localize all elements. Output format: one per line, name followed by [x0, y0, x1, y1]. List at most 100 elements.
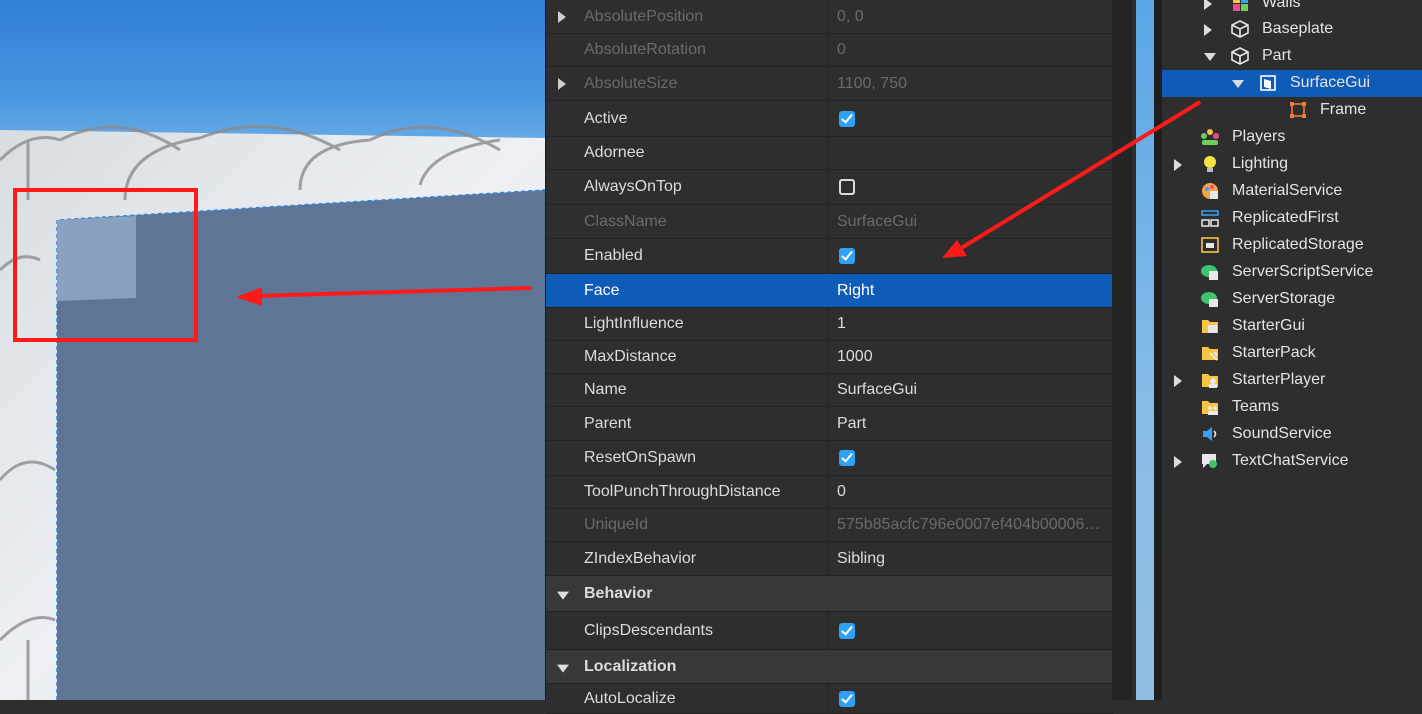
property-value: 1100, 750: [828, 67, 1113, 100]
property-value[interactable]: [828, 684, 1113, 713]
collapse-arrow-icon[interactable]: [557, 591, 569, 600]
checkbox[interactable]: [839, 110, 855, 127]
property-label: AlwaysOnTop: [584, 178, 682, 195]
property-value[interactable]: Sibling: [828, 542, 1113, 575]
explorer-item-walls[interactable]: Walls: [1162, 0, 1422, 17]
explorer-item-surfacegui[interactable]: SurfaceGui: [1162, 70, 1422, 97]
explorer-item-serverscriptservice[interactable]: ServerScriptService: [1162, 259, 1422, 286]
property-name: Enabled: [546, 239, 828, 273]
property-row-autolocalize[interactable]: AutoLocalize: [546, 684, 1113, 714]
property-label: Parent: [584, 414, 632, 432]
expand-arrow-icon[interactable]: [558, 10, 566, 23]
explorer-item-label: StarterPack: [1232, 344, 1316, 361]
property-row-name[interactable]: Name SurfaceGui: [546, 374, 1113, 407]
property-row-lightinfluence[interactable]: LightInfluence 1: [546, 308, 1113, 341]
explorer-item-label: StarterPlayer: [1232, 371, 1326, 388]
viewport-3d[interactable]: [0, 0, 545, 700]
properties-scrollbar[interactable]: [1112, 0, 1132, 700]
expand-arrow-icon[interactable]: [1174, 159, 1182, 171]
property-value[interactable]: [828, 612, 1113, 649]
panel-divider[interactable]: [1154, 0, 1162, 700]
property-name: UniqueId: [546, 509, 828, 541]
property-row-resetonspawn[interactable]: ResetOnSpawn: [546, 441, 1113, 476]
property-row-clipsdescendants[interactable]: ClipsDescendants: [546, 612, 1113, 650]
checkbox[interactable]: [839, 248, 855, 264]
expand-arrow-icon[interactable]: [558, 77, 566, 90]
property-label: Enabled: [584, 247, 643, 264]
surfacegui-icon: [1258, 73, 1278, 93]
explorer-item-frame[interactable]: Frame: [1162, 97, 1422, 124]
property-value[interactable]: [828, 101, 1113, 136]
checkbox[interactable]: [839, 690, 855, 707]
property-label: AbsoluteSize: [584, 74, 678, 92]
collapse-arrow-icon[interactable]: [1232, 80, 1244, 88]
model-icon: [1230, 0, 1250, 13]
property-value[interactable]: 0: [828, 476, 1113, 508]
frame-icon: [1288, 100, 1308, 120]
property-value[interactable]: [828, 170, 1113, 204]
property-value: 0: [828, 34, 1113, 66]
property-label: Behavior: [584, 584, 653, 602]
materialservice-icon: [1200, 181, 1220, 201]
property-row-active[interactable]: Active: [546, 101, 1113, 137]
property-value-text: SurfaceGui: [837, 212, 918, 230]
property-row-face[interactable]: Face Right: [546, 274, 1113, 308]
property-row-absolutesize[interactable]: AbsoluteSize 1100, 750: [546, 67, 1113, 101]
teams-icon: [1200, 397, 1220, 417]
explorer-item-teams[interactable]: Teams: [1162, 394, 1422, 421]
property-name: ToolPunchThroughDistance: [546, 476, 828, 508]
property-label: Active: [584, 109, 628, 127]
property-value[interactable]: [828, 441, 1113, 475]
property-value[interactable]: [828, 239, 1113, 273]
property-row-absoluterotation[interactable]: AbsoluteRotation 0: [546, 34, 1113, 67]
explorer-item-replicatedfirst[interactable]: ReplicatedFirst: [1162, 205, 1422, 232]
explorer-item-lighting[interactable]: Lighting: [1162, 151, 1422, 178]
checkbox[interactable]: [839, 450, 855, 466]
explorer-item-serverstorage[interactable]: ServerStorage: [1162, 286, 1422, 313]
surfacegui-panel[interactable]: [0, 0, 545, 700]
property-row-parent[interactable]: Parent Part: [546, 407, 1113, 441]
explorer-item-label: Lighting: [1232, 155, 1289, 172]
explorer-item-soundservice[interactable]: SoundService: [1162, 421, 1422, 448]
property-row-enabled[interactable]: Enabled: [546, 239, 1113, 274]
explorer-item-baseplate[interactable]: Baseplate: [1162, 16, 1422, 43]
property-value[interactable]: Right: [828, 274, 1113, 307]
property-value-text: SurfaceGui: [837, 381, 918, 398]
property-row-maxdistance[interactable]: MaxDistance 1000: [546, 341, 1113, 374]
property-value[interactable]: SurfaceGui: [828, 374, 1113, 406]
expand-arrow-icon[interactable]: [1174, 375, 1182, 387]
explorer-item-textchatservice[interactable]: TextChatService: [1162, 448, 1422, 475]
property-row-alwaysontop[interactable]: AlwaysOnTop: [546, 170, 1113, 205]
checkbox[interactable]: [839, 622, 855, 639]
property-value[interactable]: Part: [828, 407, 1113, 440]
property-row-behavior[interactable]: Behavior: [546, 576, 1113, 612]
property-row-uniqueid[interactable]: UniqueId 575b85acfc796e0007ef404b00006…: [546, 509, 1113, 542]
explorer-item-materialservice[interactable]: MaterialService: [1162, 178, 1422, 205]
expand-arrow-icon[interactable]: [1174, 456, 1182, 468]
explorer-item-part[interactable]: Part: [1162, 43, 1422, 70]
property-value-text: 0: [837, 483, 846, 500]
property-row-toolpunchthroughdistance[interactable]: ToolPunchThroughDistance 0: [546, 476, 1113, 509]
explorer-item-label: StarterGui: [1232, 317, 1305, 334]
property-row-absoluteposition[interactable]: AbsolutePosition 0, 0: [546, 0, 1113, 34]
explorer-item-players[interactable]: Players: [1162, 124, 1422, 151]
checkbox[interactable]: [839, 179, 855, 195]
expand-arrow-icon[interactable]: [1204, 24, 1212, 36]
explorer-item-starterplayer[interactable]: StarterPlayer: [1162, 367, 1422, 394]
property-row-localization[interactable]: Localization: [546, 650, 1113, 684]
explorer-item-replicatedstorage[interactable]: ReplicatedStorage: [1162, 232, 1422, 259]
replicatedfirst-icon: [1200, 208, 1220, 228]
property-row-zindexbehavior[interactable]: ZIndexBehavior Sibling: [546, 542, 1113, 576]
property-value[interactable]: 1: [828, 308, 1113, 340]
property-label: Face: [584, 281, 620, 299]
property-value[interactable]: 1000: [828, 341, 1113, 373]
explorer-item-startergui[interactable]: StarterGui: [1162, 313, 1422, 340]
property-name: AbsolutePosition: [546, 0, 828, 33]
property-row-adornee[interactable]: Adornee: [546, 137, 1113, 170]
expand-arrow-icon[interactable]: [1204, 0, 1212, 10]
property-value[interactable]: [828, 137, 1113, 169]
property-row-classname[interactable]: ClassName SurfaceGui: [546, 205, 1113, 239]
collapse-arrow-icon[interactable]: [1204, 53, 1216, 61]
collapse-arrow-icon[interactable]: [557, 664, 569, 673]
explorer-item-starterpack[interactable]: StarterPack: [1162, 340, 1422, 367]
